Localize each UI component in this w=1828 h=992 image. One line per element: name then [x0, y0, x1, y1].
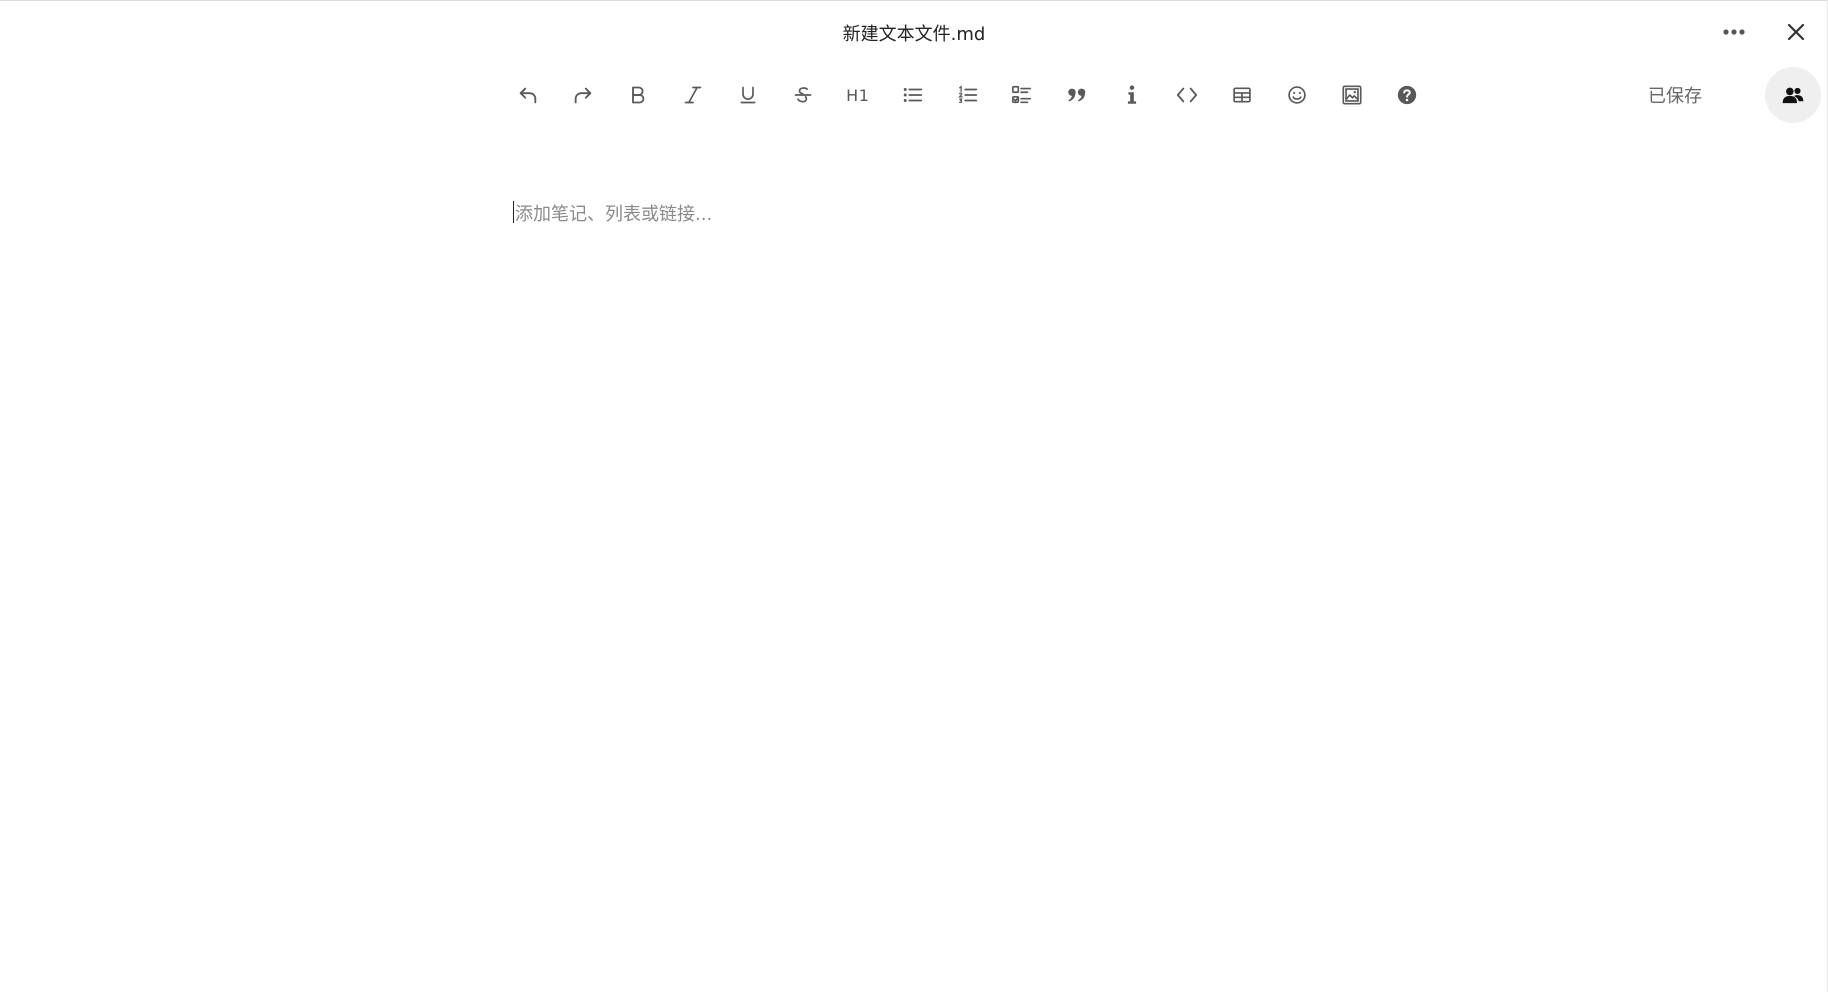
more-horizontal-icon	[1723, 29, 1745, 35]
quote-button[interactable]	[1050, 74, 1105, 116]
strikethrough-icon	[794, 87, 812, 103]
file-title-text: 新建文本文件.md	[842, 24, 986, 45]
close-icon	[1787, 23, 1805, 41]
bullet-list-button[interactable]	[885, 74, 940, 116]
checklist-icon	[1012, 85, 1032, 104]
image-icon	[1342, 85, 1362, 105]
editor-area[interactable]: 添加笔记、列表或链接...	[512, 198, 1412, 238]
users-icon	[1782, 87, 1804, 104]
save-status: 已保存	[1648, 86, 1702, 107]
heading-icon: H1	[846, 85, 870, 105]
undo-icon	[520, 87, 537, 104]
file-title: 新建文本文件.md	[0, 20, 1828, 46]
info-icon	[1128, 85, 1137, 104]
strikethrough-button[interactable]	[775, 74, 830, 116]
editor-placeholder: 添加笔记、列表或链接...	[515, 204, 713, 225]
checklist-button[interactable]	[995, 74, 1050, 116]
bold-button[interactable]	[611, 74, 666, 116]
image-button[interactable]	[1324, 74, 1379, 116]
top-border	[0, 0, 1828, 1]
table-icon	[1233, 87, 1251, 103]
underline-button[interactable]	[721, 74, 776, 116]
more-menu-button[interactable]	[1714, 14, 1754, 50]
underline-icon	[740, 86, 756, 104]
table-button[interactable]	[1215, 74, 1270, 116]
undo-button[interactable]	[501, 74, 556, 116]
formatting-toolbar: H1	[501, 74, 1434, 116]
ordered-list-button[interactable]	[940, 74, 995, 116]
italic-icon	[684, 86, 702, 104]
collaborators-button[interactable]	[1765, 67, 1821, 123]
italic-button[interactable]	[666, 74, 721, 116]
bullet-list-icon	[903, 88, 922, 102]
text-editor-window: 新建文本文件.md H1 已保存 添加笔记、列表或链接...	[0, 0, 1828, 992]
text-cursor	[513, 201, 514, 223]
heading-button[interactable]: H1	[830, 74, 885, 116]
close-button[interactable]	[1776, 14, 1816, 50]
code-icon	[1177, 87, 1198, 103]
help-icon	[1397, 85, 1416, 105]
help-button[interactable]	[1379, 74, 1434, 116]
emoji-icon	[1288, 86, 1306, 104]
code-button[interactable]	[1160, 74, 1215, 116]
redo-icon	[575, 87, 592, 104]
emoji-button[interactable]	[1269, 74, 1324, 116]
ordered-list-icon	[957, 85, 977, 104]
bold-icon	[632, 86, 645, 104]
info-button[interactable]	[1105, 74, 1160, 116]
quote-icon	[1068, 88, 1086, 102]
redo-button[interactable]	[556, 74, 611, 116]
